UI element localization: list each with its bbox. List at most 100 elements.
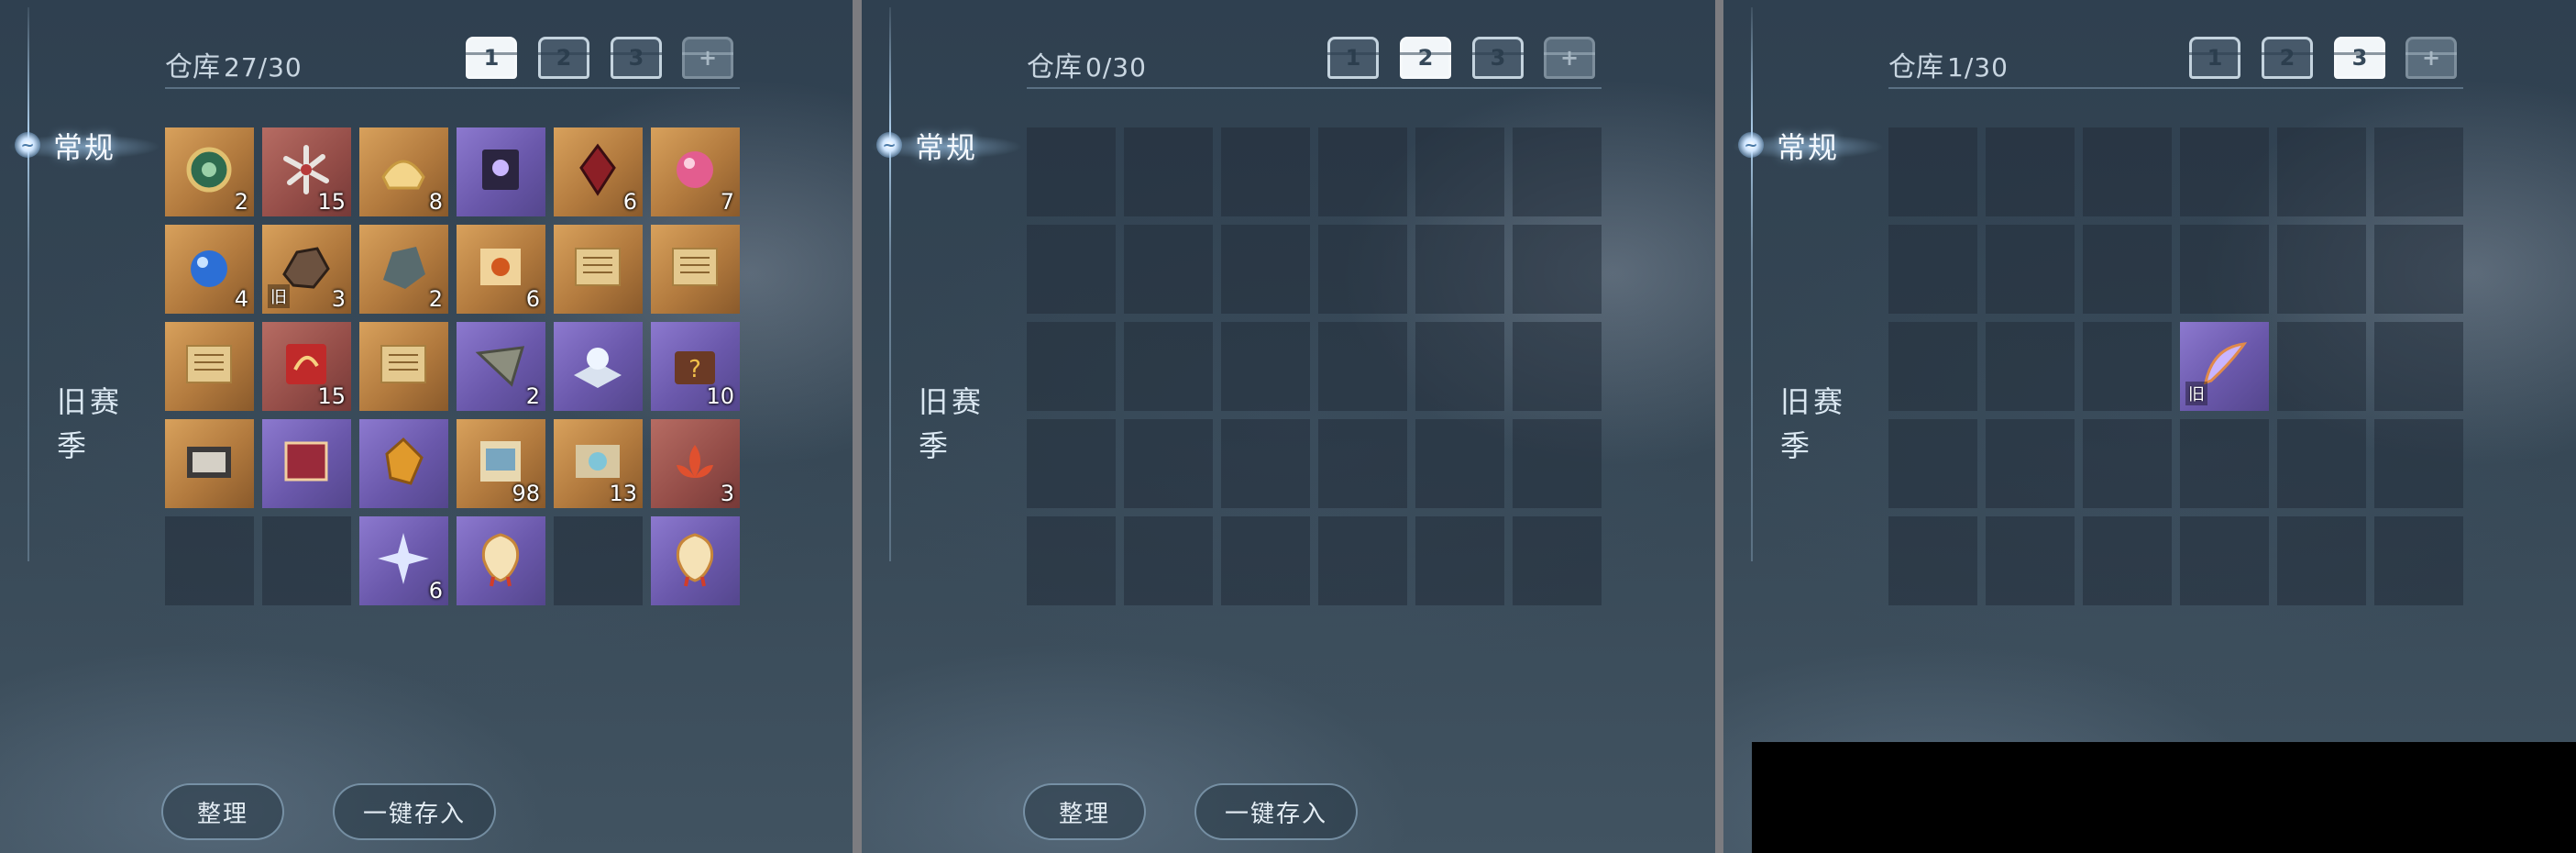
inventory-slot[interactable]: ? 10: [651, 322, 740, 411]
chest-3[interactable]: 3: [2334, 37, 2385, 79]
inventory-slot[interactable]: 2: [165, 127, 254, 216]
inventory-slot[interactable]: 6: [359, 516, 448, 605]
empty-slot[interactable]: [1318, 127, 1407, 216]
empty-slot[interactable]: [2277, 322, 2366, 411]
empty-slot[interactable]: [2083, 225, 2172, 314]
inventory-slot[interactable]: 6: [457, 225, 545, 314]
empty-slot[interactable]: [2374, 322, 2463, 411]
chest-2[interactable]: 2: [538, 37, 589, 79]
chest-3[interactable]: 3: [611, 37, 662, 79]
empty-slot[interactable]: [1986, 322, 2075, 411]
chest-locked[interactable]: +: [1544, 37, 1595, 79]
empty-slot[interactable]: [554, 516, 643, 605]
inventory-slot[interactable]: [554, 225, 643, 314]
inventory-slot[interactable]: 8: [359, 127, 448, 216]
empty-slot[interactable]: [2374, 419, 2463, 508]
empty-slot[interactable]: [2180, 225, 2269, 314]
chest-3[interactable]: 3: [1472, 37, 1524, 79]
empty-slot[interactable]: [1027, 419, 1116, 508]
inventory-slot[interactable]: 3旧: [262, 225, 351, 314]
empty-slot[interactable]: [2083, 322, 2172, 411]
empty-slot[interactable]: [2083, 516, 2172, 605]
empty-slot[interactable]: [1888, 127, 1977, 216]
empty-slot[interactable]: [1513, 322, 1602, 411]
empty-slot[interactable]: [2180, 127, 2269, 216]
inventory-slot[interactable]: 98: [457, 419, 545, 508]
sort-button[interactable]: 整理: [1023, 783, 1146, 840]
chest-locked[interactable]: +: [2405, 37, 2457, 79]
inventory-slot[interactable]: [651, 516, 740, 605]
empty-slot[interactable]: [1513, 225, 1602, 314]
empty-slot[interactable]: [1124, 419, 1213, 508]
empty-slot[interactable]: [1318, 225, 1407, 314]
empty-slot[interactable]: [1124, 322, 1213, 411]
inventory-slot[interactable]: [262, 419, 351, 508]
empty-slot[interactable]: [1221, 419, 1310, 508]
empty-slot[interactable]: [165, 516, 254, 605]
empty-slot[interactable]: [1415, 225, 1504, 314]
inventory-slot[interactable]: [457, 127, 545, 216]
empty-slot[interactable]: [1986, 127, 2075, 216]
chest-locked[interactable]: +: [682, 37, 733, 79]
empty-slot[interactable]: [1027, 225, 1116, 314]
inventory-slot[interactable]: 4: [165, 225, 254, 314]
empty-slot[interactable]: [1415, 419, 1504, 508]
empty-slot[interactable]: [1986, 516, 2075, 605]
empty-slot[interactable]: [2277, 516, 2366, 605]
inventory-slot[interactable]: 旧: [2180, 322, 2269, 411]
empty-slot[interactable]: [2083, 419, 2172, 508]
inventory-slot[interactable]: 6: [554, 127, 643, 216]
tab-regular[interactable]: 常规: [53, 125, 116, 167]
empty-slot[interactable]: [1318, 516, 1407, 605]
empty-slot[interactable]: [1027, 516, 1116, 605]
empty-slot[interactable]: [2180, 419, 2269, 508]
inventory-slot[interactable]: [457, 516, 545, 605]
empty-slot[interactable]: [1415, 322, 1504, 411]
empty-slot[interactable]: [1888, 419, 1977, 508]
inventory-slot[interactable]: 15: [262, 127, 351, 216]
empty-slot[interactable]: [2180, 516, 2269, 605]
empty-slot[interactable]: [2083, 127, 2172, 216]
inventory-slot[interactable]: 13: [554, 419, 643, 508]
chest-1[interactable]: 1: [466, 37, 517, 79]
chest-1[interactable]: 1: [2189, 37, 2240, 79]
chest-2[interactable]: 2: [1400, 37, 1451, 79]
empty-slot[interactable]: [1888, 322, 1977, 411]
empty-slot[interactable]: [2374, 516, 2463, 605]
tab-old-season[interactable]: 旧赛季: [57, 380, 130, 468]
empty-slot[interactable]: [1415, 127, 1504, 216]
empty-slot[interactable]: [1221, 322, 1310, 411]
inventory-slot[interactable]: 3: [651, 419, 740, 508]
empty-slot[interactable]: [1888, 516, 1977, 605]
inventory-slot[interactable]: 7: [651, 127, 740, 216]
inventory-slot[interactable]: [359, 419, 448, 508]
chest-1[interactable]: 1: [1327, 37, 1379, 79]
empty-slot[interactable]: [1986, 225, 2075, 314]
empty-slot[interactable]: [1415, 516, 1504, 605]
inventory-slot[interactable]: [359, 322, 448, 411]
tab-old-season[interactable]: 旧赛季: [1780, 380, 1854, 468]
inventory-slot[interactable]: 2: [457, 322, 545, 411]
tab-old-season[interactable]: 旧赛季: [919, 380, 992, 468]
empty-slot[interactable]: [2277, 419, 2366, 508]
deposit-all-button[interactable]: 一键存入: [333, 783, 496, 840]
empty-slot[interactable]: [2374, 127, 2463, 216]
chest-2[interactable]: 2: [2262, 37, 2313, 79]
empty-slot[interactable]: [1124, 225, 1213, 314]
inventory-slot[interactable]: [165, 322, 254, 411]
empty-slot[interactable]: [1027, 322, 1116, 411]
empty-slot[interactable]: [1513, 127, 1602, 216]
inventory-slot[interactable]: [165, 419, 254, 508]
empty-slot[interactable]: [1888, 225, 1977, 314]
empty-slot[interactable]: [1318, 419, 1407, 508]
empty-slot[interactable]: [1124, 516, 1213, 605]
tab-regular[interactable]: 常规: [1777, 125, 1839, 167]
empty-slot[interactable]: [1318, 322, 1407, 411]
empty-slot[interactable]: [2374, 225, 2463, 314]
empty-slot[interactable]: [1221, 225, 1310, 314]
inventory-slot[interactable]: [554, 322, 643, 411]
empty-slot[interactable]: [2277, 225, 2366, 314]
sort-button[interactable]: 整理: [161, 783, 284, 840]
empty-slot[interactable]: [2277, 127, 2366, 216]
empty-slot[interactable]: [1221, 516, 1310, 605]
